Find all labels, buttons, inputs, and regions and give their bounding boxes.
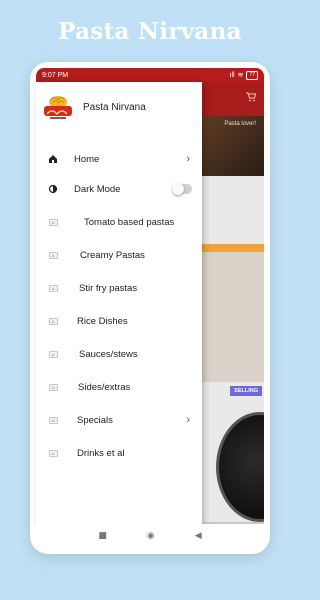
promo-title: Pasta Nirvana [58, 18, 242, 45]
menu-label: Dark Mode [74, 183, 121, 195]
menu-item-sauces-stews[interactable]: Sauces/stews [36, 339, 202, 369]
image-placeholder-icon [44, 416, 62, 424]
pan-image [216, 412, 264, 522]
image-placeholder-icon [44, 218, 62, 226]
navigation-drawer: Pasta Nirvana Home › Dark Mode Tomato ba… [36, 82, 202, 524]
banner-text: Pasta lover! [224, 121, 256, 127]
menu-label: Sauces/stews [79, 348, 138, 360]
menu-item-specials[interactable]: Specials › [36, 405, 202, 435]
status-icons: ıll ≋ 77 [229, 70, 258, 80]
image-placeholder-icon [44, 251, 62, 259]
status-bar: 9:07 PM ıll ≋ 77 [36, 68, 264, 82]
recents-square-icon[interactable]: ■ [98, 531, 107, 541]
battery-icon: 77 [246, 70, 258, 80]
menu-item-creamy-pastas[interactable]: Creamy Pastas [36, 240, 202, 270]
image-placeholder-icon [44, 383, 62, 391]
drawer-header: Pasta Nirvana [36, 82, 202, 132]
menu-label: Tomato based pastas [84, 216, 175, 228]
menu-item-home[interactable]: Home › [36, 144, 202, 174]
image-placeholder-icon [44, 317, 62, 325]
menu-label: Sides/extras [78, 381, 131, 393]
dark-mode-icon [44, 184, 62, 194]
menu-item-drinks-et-al[interactable]: Drinks et al [36, 438, 202, 468]
chevron-right-icon: › [186, 414, 190, 426]
signal-icon: ıll [229, 71, 235, 79]
menu-label: Specials [77, 414, 113, 426]
menu-label: Rice Dishes [77, 315, 128, 327]
image-placeholder-icon [44, 284, 62, 292]
drawer-title: Pasta Nirvana [83, 101, 146, 113]
status-time: 9:07 PM [42, 71, 69, 79]
menu-label: Drinks et al [77, 447, 125, 459]
dark-mode-toggle[interactable] [172, 183, 192, 195]
cart-icon[interactable] [246, 92, 257, 105]
menu-label: Creamy Pastas [80, 249, 145, 261]
system-navigation-bar: ■ ◉ ◀ [36, 524, 264, 548]
wifi-icon: ≋ [237, 72, 244, 79]
menu-item-dark-mode[interactable]: Dark Mode [36, 174, 202, 204]
image-placeholder-icon [44, 449, 62, 457]
back-triangle-icon[interactable]: ◀ [195, 531, 202, 541]
image-placeholder-icon [44, 350, 62, 358]
menu-label: Home [74, 153, 100, 165]
menu-item-rice-dishes[interactable]: Rice Dishes [36, 306, 202, 336]
menu-label: Stir fry pastas [79, 282, 138, 294]
pasta-nirvana-logo [42, 92, 74, 122]
chevron-right-icon: › [186, 153, 190, 165]
home-circle-icon[interactable]: ◉ [147, 531, 155, 541]
menu-item-stir-fry-pastas[interactable]: Stir fry pastas [36, 273, 202, 303]
phone-frame: 9:07 PM ıll ≋ 77 Pasta lover! SELLING Pa… [30, 62, 270, 554]
menu-item-tomato-based-pastas[interactable]: Tomato based pastas [36, 207, 202, 237]
home-icon [44, 154, 62, 164]
selling-badge: SELLING [230, 386, 262, 396]
menu-item-sides-extras[interactable]: Sides/extras [36, 372, 202, 402]
